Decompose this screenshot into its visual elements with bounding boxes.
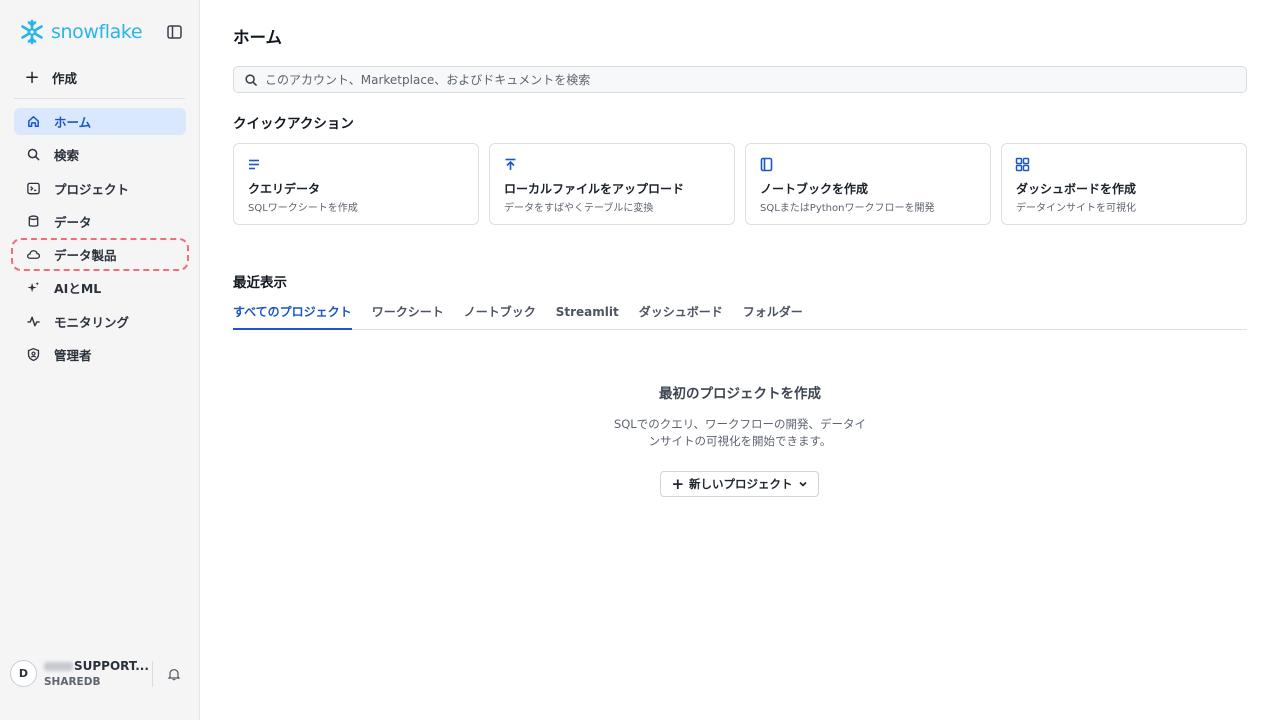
new-project-button[interactable]: + 新しいプロジェクト <box>660 471 819 497</box>
page-title: ホーム <box>233 28 283 47</box>
quick-action-desc: データをすばやくテーブルに変換 <box>504 203 654 214</box>
sidebar-item-monitoring[interactable]: モニタリング <box>14 308 186 335</box>
snowflake-logo-icon <box>21 19 43 45</box>
sidebar-toggle-button[interactable] <box>166 24 184 40</box>
sidebar: snowflake + 作成 ホーム 検索 プロジェクト データ データ製品 A… <box>0 0 200 720</box>
sparkle-icon <box>26 280 41 295</box>
tab-worksheets[interactable]: ワークシート <box>372 304 444 330</box>
empty-state-title: 最初のプロジェクトを作成 <box>659 386 821 402</box>
empty-state: 最初のプロジェクトを作成 SQLでのクエリ、ワークフローの開発、データイ ンサイ… <box>610 382 870 450</box>
sidebar-item-label: プロジェクト <box>54 181 130 197</box>
search-input[interactable] <box>265 72 1225 87</box>
quick-action-upload-file[interactable]: ローカルファイルをアップロード データをすばやくテーブルに変換 <box>489 143 735 225</box>
quick-action-query-data[interactable]: クエリデータ SQLワークシートを作成 <box>233 143 479 225</box>
home-icon <box>26 114 41 129</box>
avatar: D <box>10 660 37 687</box>
database-icon <box>26 214 41 229</box>
cloud-icon <box>26 247 41 262</box>
snowflake-logo[interactable]: snowflake <box>18 18 143 46</box>
tab-notebooks[interactable]: ノートブック <box>464 304 536 330</box>
activity-icon <box>26 314 41 329</box>
quick-actions: クエリデータ SQLワークシートを作成 ローカルファイルをアップロード データを… <box>233 143 1247 225</box>
sidebar-item-label: データ製品 <box>54 248 117 264</box>
sidebar-item-label: モニタリング <box>54 314 130 330</box>
shield-icon <box>26 347 41 362</box>
notebook-icon <box>760 157 773 172</box>
tab-streamlit[interactable]: Streamlit <box>556 304 619 330</box>
sidebar-item-ai-ml[interactable]: AIとML <box>14 274 186 301</box>
sidebar-item-label: ホーム <box>54 115 92 130</box>
search-icon <box>26 147 41 162</box>
sidebar-item-data-products[interactable]: データ製品 <box>11 238 189 272</box>
tab-all-projects[interactable]: すべてのプロジェクト <box>233 304 352 330</box>
create-button[interactable]: + 作成 <box>24 68 77 87</box>
quick-action-title: ローカルファイルをアップロード <box>504 182 685 196</box>
terminal-icon <box>26 181 41 196</box>
upload-icon <box>505 158 516 170</box>
bell-icon <box>167 669 181 681</box>
search-bar[interactable] <box>233 66 1247 93</box>
sidebar-item-label: 管理者 <box>54 348 92 364</box>
app-root: snowflake + 作成 ホーム 検索 プロジェクト データ データ製品 A… <box>0 0 1280 720</box>
sidebar-item-home[interactable]: ホーム <box>14 108 186 135</box>
sidebar-item-search[interactable]: 検索 <box>14 141 186 168</box>
empty-state-desc-line: SQLでのクエリ、ワークフローの開発、データイ <box>613 417 867 431</box>
quick-action-title: クエリデータ <box>248 182 321 196</box>
sidebar-item-label: データ <box>54 214 92 230</box>
account-name: SUPPORT... <box>44 659 149 673</box>
grid-icon <box>1015 157 1030 172</box>
sidebar-divider <box>14 98 185 99</box>
quick-action-desc: SQLまたはPythonワークフローを開発 <box>760 203 935 214</box>
create-label: 作成 <box>52 71 78 86</box>
account-switcher[interactable]: D SUPPORT... SHAREDB <box>10 659 190 689</box>
sidebar-panel-icon <box>167 25 182 39</box>
sidebar-nav: ホーム 検索 プロジェクト データ データ製品 AIとML モニタリング 管理者 <box>11 108 189 374</box>
empty-state-desc-line: ンサイトの可視化を開始できます。 <box>648 434 832 448</box>
tab-dashboards[interactable]: ダッシュボード <box>639 304 723 330</box>
search-icon <box>245 73 257 86</box>
quick-action-title: ダッシュボードを作成 <box>1016 182 1137 196</box>
account-divider <box>152 661 153 687</box>
quick-action-title: ノートブックを作成 <box>760 182 869 196</box>
plus-icon: + <box>24 66 40 88</box>
new-project-label: 新しいプロジェクト <box>689 477 793 491</box>
empty-state-description: SQLでのクエリ、ワークフローの開発、データイ ンサイトの可視化を開始できます。 <box>610 416 870 450</box>
account-role: SHAREDB <box>44 676 101 688</box>
notifications-button[interactable] <box>167 666 181 681</box>
sidebar-item-label: 検索 <box>54 148 80 164</box>
sidebar-item-projects[interactable]: プロジェクト <box>14 175 186 202</box>
account-name-text: SUPPORT... <box>74 659 149 673</box>
quick-action-desc: SQLワークシートを作成 <box>248 203 358 214</box>
recent-tabs: すべてのプロジェクト ワークシート ノートブック Streamlit ダッシュボ… <box>233 304 1247 330</box>
plus-icon: + <box>671 475 685 493</box>
logo-text: snowflake <box>51 21 143 43</box>
sidebar-item-admin[interactable]: 管理者 <box>14 341 186 368</box>
quick-action-create-notebook[interactable]: ノートブックを作成 SQLまたはPythonワークフローを開発 <box>745 143 991 225</box>
quick-actions-title: クイックアクション <box>233 116 354 132</box>
redacted-text <box>44 661 73 671</box>
recent-title: 最近表示 <box>233 275 287 291</box>
tab-folders[interactable]: フォルダー <box>743 304 803 330</box>
chevron-down-icon <box>798 481 807 487</box>
lines-icon <box>249 159 259 170</box>
sidebar-item-label: AIとML <box>54 281 102 297</box>
sidebar-item-data[interactable]: データ <box>14 208 186 235</box>
quick-action-desc: データインサイトを可視化 <box>1016 203 1136 214</box>
quick-action-create-dashboard[interactable]: ダッシュボードを作成 データインサイトを可視化 <box>1001 143 1247 225</box>
